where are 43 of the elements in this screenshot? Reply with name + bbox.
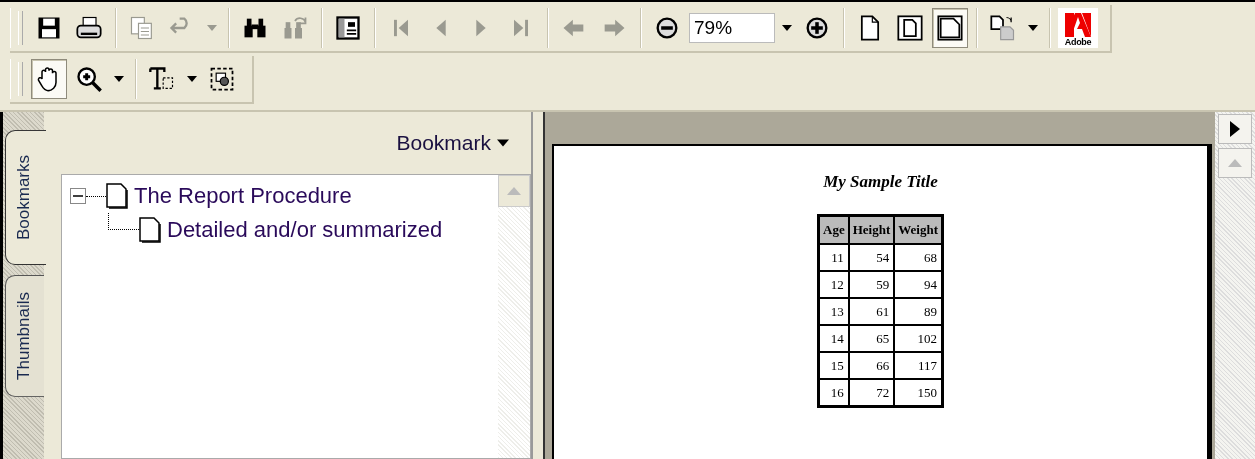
panel-tab[interactable]: Bookmarks [5,130,46,266]
zoom-field[interactable]: 79% [689,13,775,43]
table-cell: 61 [848,298,895,325]
caret-icon [1028,25,1038,31]
table-cell: 65 [848,325,895,352]
hand-button[interactable] [31,59,67,99]
framed-page-icon [936,14,964,42]
scrollbar[interactable] [1215,112,1255,459]
collapse-icon[interactable] [70,188,86,204]
framed-page-icon [896,14,924,42]
magnifier-icon [75,65,103,93]
caret-icon [114,76,124,82]
pages-icon [989,14,1017,42]
options-menu[interactable]: Bookmark [396,131,509,155]
column-header: Height [848,215,895,244]
table-cell: 13 [818,298,849,325]
caret-icon [782,25,792,31]
column-header: Age [818,215,849,244]
framed-page-button[interactable] [932,8,968,48]
document-title: My Sample Title [823,172,938,192]
adobe-logo[interactable]: Adobe [1058,8,1098,48]
snapshot-icon [208,65,236,93]
panel-icon [334,14,362,42]
bookmark-item[interactable]: The Report Procedure [134,183,352,209]
column-header: Weight [894,215,943,244]
caret-icon [207,25,217,31]
bookmark-item[interactable]: Detailed and/or summarized [167,217,443,243]
table-cell: 12 [818,271,849,298]
table-cell: 66 [848,352,895,379]
logo-icon [1065,13,1091,37]
panel-tab[interactable]: Thumbnails [5,275,44,397]
triangle-right-icon [1228,121,1242,137]
caret-icon [497,139,509,147]
caret-icon [187,76,197,82]
table-cell: 11 [818,244,849,271]
scrollbar[interactable] [498,175,530,458]
table-cell: 14 [818,325,849,352]
table-cell: 54 [848,244,895,271]
pane-menu-button[interactable] [1218,114,1252,144]
table-cell: 15 [818,352,849,379]
text-select-icon [148,65,176,93]
table-cell: 59 [848,271,895,298]
up-arrow-icon [507,187,521,195]
